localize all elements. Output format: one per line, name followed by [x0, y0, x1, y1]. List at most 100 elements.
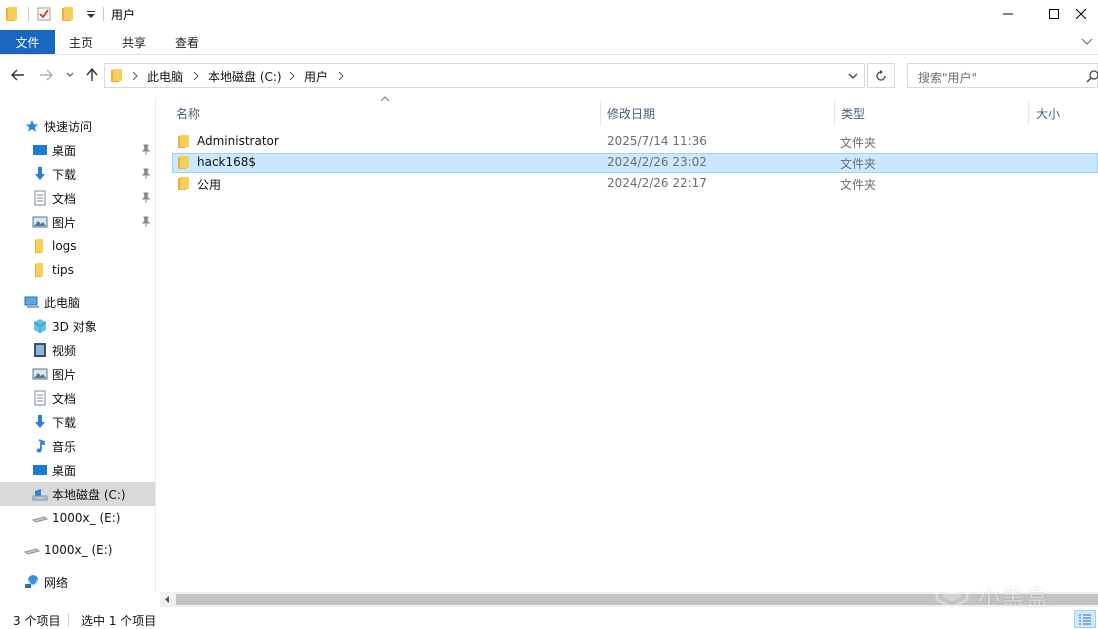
file-row-hack168[interactable]: hack168$ 2024/2/26 23:02 文件夹: [172, 153, 1098, 173]
close-button[interactable]: [1076, 0, 1098, 28]
new-folder-icon[interactable]: [61, 7, 75, 21]
sidebar-item-this-pc[interactable]: 此电脑: [0, 290, 155, 314]
navigation-bar: 此电脑 本地磁盘 (C:) 用户 搜索"用户": [0, 56, 1098, 94]
maximize-button[interactable]: [1031, 0, 1076, 28]
sidebar-item-label: 下载: [52, 167, 77, 182]
toolbar-separator: [103, 7, 104, 21]
selected-count: 选中 1 个项目: [81, 614, 157, 628]
sidebar-item-downloads-pinned[interactable]: 下载: [0, 162, 155, 186]
drive-icon: [24, 548, 40, 555]
folder-icon: [35, 239, 43, 253]
properties-icon[interactable]: [37, 7, 51, 21]
sidebar-item-label: 3D 对象: [52, 319, 97, 334]
column-header-type[interactable]: 类型: [835, 96, 1028, 128]
file-list-view[interactable]: 名称 修改日期 类型 大小 Administrator 2025/7/14 11…: [160, 96, 1098, 592]
sidebar-item-quick-access[interactable]: 快速访问: [0, 114, 155, 138]
sidebar-item-desktop-pinned[interactable]: 桌面: [0, 138, 155, 162]
column-header-size[interactable]: 大小: [1029, 96, 1098, 128]
navigation-pane[interactable]: 快速访问 桌面 下载 文档 图片 logs tips 此电脑 3D 对象 视频: [0, 98, 156, 592]
tab-file[interactable]: 文件: [0, 30, 55, 54]
pin-icon[interactable]: [140, 216, 152, 228]
column-header-label: 大小: [1036, 107, 1061, 121]
file-name: 公用: [197, 178, 222, 192]
breadcrumb-users[interactable]: 用户: [304, 68, 328, 85]
folder-icon: [178, 156, 189, 169]
sidebar-item-tips[interactable]: tips: [0, 258, 155, 282]
sidebar-item-documents[interactable]: 文档: [0, 386, 155, 410]
forward-button[interactable]: [38, 67, 54, 83]
tab-view[interactable]: 查看: [163, 30, 211, 54]
sidebar-item-label: 此电脑: [44, 295, 81, 310]
watermark-logo-icon: [935, 576, 969, 608]
sidebar-item-logs[interactable]: logs: [0, 234, 155, 258]
refresh-button[interactable]: [867, 63, 895, 88]
breadcrumb-local-disk[interactable]: 本地磁盘 (C:): [208, 68, 282, 85]
sidebar-item-label: 文档: [52, 391, 77, 406]
refresh-icon: [876, 69, 886, 81]
file-type: 文件夹: [840, 157, 877, 171]
sidebar-item-network[interactable]: 网络: [0, 570, 155, 594]
breadcrumb-this-pc[interactable]: 此电脑: [147, 68, 183, 85]
folder-icon: [178, 177, 189, 190]
sidebar-item-desktop[interactable]: 桌面: [0, 458, 155, 482]
sidebar-item-drive-e[interactable]: 1000x_ (E:): [0, 506, 155, 530]
details-view-button[interactable]: [1074, 610, 1096, 628]
back-arrow-icon: [11, 69, 24, 81]
sidebar-item-pictures-pinned[interactable]: 图片: [0, 210, 155, 234]
sidebar-item-label: 桌面: [52, 143, 77, 158]
file-row-public[interactable]: 公用 2024/2/26 22:17 文件夹: [172, 174, 1098, 194]
customize-toolbar-icon[interactable]: [85, 7, 97, 21]
item-count: 3 个项目: [13, 614, 61, 628]
address-bar[interactable]: 此电脑 本地磁盘 (C:) 用户: [104, 63, 865, 88]
sidebar-item-label: 图片: [52, 215, 77, 230]
status-bar: 3 个项目 选中 1 个项目: [0, 609, 1098, 629]
breadcrumb-separator-icon[interactable]: [289, 72, 295, 80]
quick-access-toolbar: [6, 4, 112, 24]
address-history-dropdown-icon[interactable]: [848, 72, 858, 80]
breadcrumb-separator-icon[interactable]: [338, 72, 344, 80]
sidebar-item-label: 文档: [52, 191, 77, 206]
status-separator: [68, 613, 69, 627]
expand-ribbon-icon[interactable]: [1081, 36, 1093, 46]
sidebar-item-label: 桌面: [52, 463, 77, 478]
breadcrumb-separator-icon[interactable]: [193, 72, 199, 80]
file-type: 文件夹: [840, 178, 877, 192]
sidebar-item-documents-pinned[interactable]: 文档: [0, 186, 155, 210]
sidebar-item-label: 本地磁盘 (C:): [52, 487, 126, 502]
breadcrumb-separator-icon[interactable]: [132, 72, 138, 80]
pin-icon[interactable]: [140, 168, 152, 180]
scroll-left-icon[interactable]: [163, 595, 172, 604]
column-header-date-modified[interactable]: 修改日期: [601, 96, 834, 128]
search-box[interactable]: 搜索"用户": [907, 63, 1098, 88]
tab-share[interactable]: 共享: [110, 30, 158, 54]
sidebar-item-music[interactable]: 音乐: [0, 434, 155, 458]
sidebar-item-local-disk-c[interactable]: 本地磁盘 (C:): [0, 482, 155, 506]
sidebar-item-label: 快速访问: [44, 119, 93, 134]
watermark-text: 小黑盒: [978, 586, 1051, 611]
column-header-label: 类型: [841, 107, 866, 121]
file-modified: 2024/2/26 22:17: [607, 176, 707, 190]
forward-arrow-icon: [40, 69, 53, 81]
pin-icon[interactable]: [140, 144, 152, 156]
toolbar-separator: [28, 7, 29, 21]
sidebar-item-pictures[interactable]: 图片: [0, 362, 155, 386]
minimize-button[interactable]: [985, 0, 1030, 28]
download-icon: [35, 415, 45, 428]
column-header-name[interactable]: 名称: [160, 96, 600, 128]
drive-icon: [32, 516, 48, 523]
sidebar-item-drive-e-root[interactable]: 1000x_ (E:): [0, 538, 155, 562]
tab-home[interactable]: 主页: [57, 30, 105, 54]
back-button[interactable]: [10, 67, 26, 83]
music-icon: [36, 439, 45, 453]
desktop-icon: [33, 465, 47, 475]
sidebar-item-downloads[interactable]: 下载: [0, 410, 155, 434]
sidebar-item-videos[interactable]: 视频: [0, 338, 155, 362]
sidebar-item-label: 网络: [44, 575, 69, 590]
sidebar-item-label: tips: [52, 263, 74, 277]
recent-locations-button[interactable]: [64, 67, 76, 83]
file-row-administrator[interactable]: Administrator 2025/7/14 11:36 文件夹: [172, 132, 1098, 152]
up-button[interactable]: [84, 67, 100, 83]
pin-icon[interactable]: [140, 192, 152, 204]
sidebar-item-3d-objects[interactable]: 3D 对象: [0, 314, 155, 338]
document-icon: [34, 190, 46, 206]
